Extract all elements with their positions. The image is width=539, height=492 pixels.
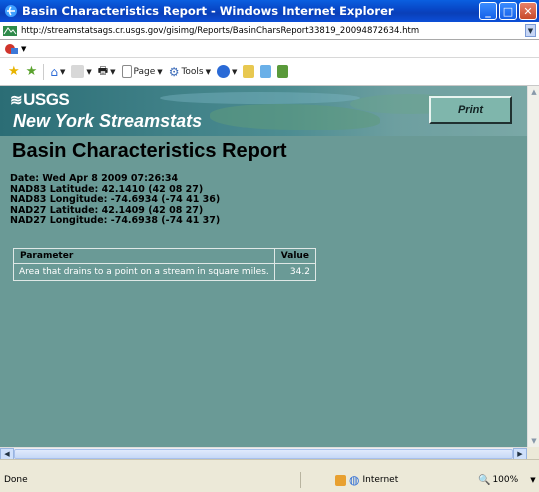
- favorites-star-icon[interactable]: ★: [8, 64, 20, 79]
- protected-mode-icon: [335, 474, 346, 486]
- report-date: Date: Wed Apr 8 2009 07:26:34: [10, 173, 179, 184]
- command-bar: ★ ★ ⌂ ▼ ▼ 🖶 ▼ Page ▼ ⚙ Tools ▼ ▼: [0, 58, 539, 86]
- chevron-down-icon: ▼: [110, 67, 116, 76]
- add-favorites-icon[interactable]: ★: [26, 64, 38, 79]
- blog-icon[interactable]: [277, 65, 289, 78]
- separator: [43, 63, 45, 80]
- column-header-value: Value: [274, 249, 315, 263]
- feeds-icon: [71, 65, 85, 78]
- help-button[interactable]: ▼: [217, 65, 237, 78]
- url-text[interactable]: http://streamstatsags.cr.usgs.gov/gisimg…: [21, 26, 419, 36]
- window-title: Basin Characteristics Report - Windows I…: [22, 4, 394, 18]
- print-button[interactable]: Print: [429, 96, 512, 124]
- address-dropdown-arrow[interactable]: ▼: [525, 24, 536, 37]
- tools-menu-button[interactable]: ⚙ Tools ▼: [169, 65, 211, 79]
- chevron-down-icon: ▼: [86, 67, 92, 76]
- horizontal-scrollbar[interactable]: ◀ ▶: [0, 447, 527, 459]
- chevron-down-icon: ▼: [157, 67, 163, 76]
- usgs-logo-text: USGS: [23, 90, 70, 109]
- nad27-longitude: NAD27 Longitude: -74.6938 (-74 41 37): [10, 215, 221, 226]
- printer-icon: 🖶: [97, 64, 109, 77]
- minimize-button[interactable]: _: [479, 2, 497, 20]
- status-panel: [300, 472, 301, 488]
- vertical-scrollbar[interactable]: ▲ ▼: [527, 86, 539, 447]
- globe-icon: ◍: [349, 473, 360, 487]
- page-icon: [3, 25, 17, 36]
- maximize-button[interactable]: □: [499, 2, 517, 20]
- chevron-down-icon: ▼: [205, 67, 212, 76]
- ie-icon: [5, 5, 17, 17]
- scroll-thumb[interactable]: [14, 449, 513, 459]
- help-icon: [217, 65, 231, 78]
- report-metadata: Date: Wed Apr 8 2009 07:26:34 NAD83 Lati…: [10, 173, 221, 227]
- banner: ≋ USGS New York Streamstats Print: [0, 86, 527, 136]
- page-menu-button[interactable]: Page ▼: [121, 65, 163, 78]
- print-menu-button[interactable]: 🖶 ▼: [98, 62, 116, 81]
- page-icon: [121, 65, 132, 78]
- scroll-left-arrow[interactable]: ◀: [0, 448, 14, 459]
- scroll-down-arrow[interactable]: ▼: [528, 435, 539, 447]
- page-title: Basin Characteristics Report: [12, 140, 287, 162]
- chevron-down-icon[interactable]: ▼: [21, 45, 26, 53]
- window-title-bar[interactable]: Basin Characteristics Report - Windows I…: [0, 0, 539, 22]
- usgs-logo: ≋ USGS: [10, 90, 70, 110]
- scroll-right-arrow[interactable]: ▶: [513, 448, 527, 459]
- page-viewport: ≋ USGS New York Streamstats Print Basin …: [0, 86, 539, 459]
- status-text: Done: [4, 475, 28, 485]
- banner-map-water: [160, 92, 360, 104]
- home-icon: ⌂: [50, 64, 58, 79]
- chevron-down-icon: ▼: [59, 67, 66, 76]
- tools-menu-label: Tools: [181, 66, 204, 77]
- address-bar[interactable]: http://streamstatsags.cr.usgs.gov/gisimg…: [0, 22, 539, 40]
- stack-icon[interactable]: [260, 65, 272, 78]
- ie-tab-icon[interactable]: [4, 43, 18, 55]
- scroll-corner: [527, 447, 539, 459]
- close-button[interactable]: ✕: [519, 2, 537, 20]
- security-zone[interactable]: ◍ Internet: [335, 473, 398, 487]
- scroll-up-arrow[interactable]: ▲: [528, 86, 539, 98]
- chevron-down-icon: ▼: [232, 67, 238, 76]
- table-header-row: Parameter Value: [14, 249, 315, 263]
- zoom-control[interactable]: 🔍 100% ▼: [478, 475, 536, 486]
- parameter-cell: Area that drains to a point on a stream …: [14, 264, 274, 280]
- zoom-level: 100%: [492, 475, 519, 485]
- home-button[interactable]: ⌂ ▼: [50, 65, 65, 79]
- parameter-table: Parameter Value Area that drains to a po…: [13, 248, 316, 281]
- page-menu-label: Page: [133, 66, 156, 77]
- status-bar: Done ◍ Internet 🔍 100% ▼: [0, 459, 539, 492]
- feeds-button[interactable]: ▼: [71, 65, 92, 78]
- zone-label: Internet: [362, 475, 399, 485]
- favorites-row: ▼: [0, 40, 539, 58]
- zoom-icon: 🔍: [478, 474, 491, 486]
- research-icon[interactable]: [243, 65, 255, 78]
- waves-icon: ≋: [10, 92, 23, 109]
- site-title: New York Streamstats: [13, 111, 203, 131]
- value-cell: 34.2: [274, 264, 315, 280]
- page-content: ≋ USGS New York Streamstats Print Basin …: [0, 86, 527, 447]
- nad83-longitude: NAD83 Longitude: -74.6934 (-74 41 36): [10, 194, 221, 205]
- column-header-parameter: Parameter: [14, 249, 274, 263]
- chevron-down-icon: ▼: [530, 476, 536, 484]
- table-row: Area that drains to a point on a stream …: [14, 264, 315, 280]
- gear-icon: ⚙: [168, 64, 180, 79]
